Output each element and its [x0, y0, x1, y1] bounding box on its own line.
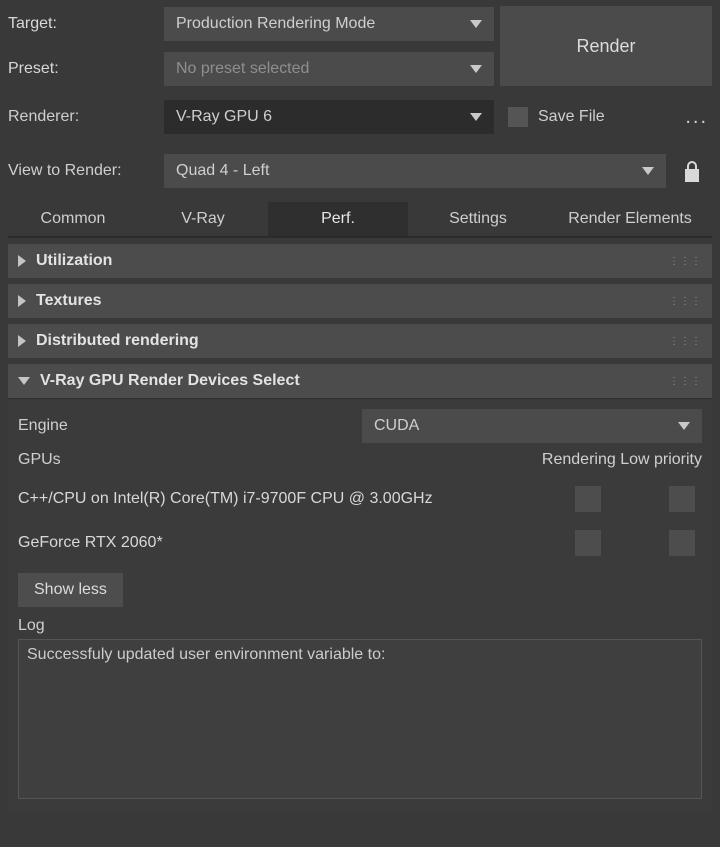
log-label: Log — [18, 617, 702, 635]
section-body-render-devices: Engine CUDA GPUs Rendering Low priority … — [8, 398, 712, 811]
target-label: Target: — [8, 15, 158, 33]
section-header-distributed-rendering[interactable]: Distributed rendering ⋮⋮⋮ — [8, 324, 712, 358]
grip-icon: ⋮⋮⋮ — [669, 256, 702, 267]
tab-common[interactable]: Common — [8, 202, 138, 236]
chevron-down-icon — [470, 65, 482, 73]
chevron-right-icon — [18, 335, 26, 347]
chevron-down-icon — [678, 422, 690, 430]
engine-dropdown[interactable]: CUDA — [362, 409, 702, 443]
chevron-right-icon — [18, 295, 26, 307]
tab-perf[interactable]: Perf. — [268, 202, 408, 236]
section-title: V-Ray GPU Render Devices Select — [40, 372, 300, 390]
tab-render-elements[interactable]: Render Elements — [548, 202, 712, 236]
chevron-down-icon — [470, 113, 482, 121]
device-name: GeForce RTX 2060* — [18, 534, 568, 552]
save-file-checkbox[interactable] — [508, 107, 528, 127]
chevron-down-icon — [470, 20, 482, 28]
lock-icon — [682, 160, 702, 182]
section-header-render-devices[interactable]: V-Ray GPU Render Devices Select ⋮⋮⋮ — [8, 364, 712, 398]
show-less-button[interactable]: Show less — [18, 573, 123, 607]
grip-icon: ⋮⋮⋮ — [669, 376, 702, 387]
log-output: Successfuly updated user environment var… — [18, 639, 702, 799]
preset-label: Preset: — [8, 60, 158, 78]
section-header-textures[interactable]: Textures ⋮⋮⋮ — [8, 284, 712, 318]
preset-dropdown[interactable]: No preset selected — [164, 52, 494, 86]
grip-icon: ⋮⋮⋮ — [669, 336, 702, 347]
target-dropdown[interactable]: Production Rendering Mode — [164, 7, 494, 41]
device-low-priority-checkbox[interactable] — [669, 530, 695, 556]
device-name: C++/CPU on Intel(R) Core(TM) i7-9700F CP… — [18, 490, 568, 508]
view-to-render-value: Quad 4 - Left — [176, 162, 269, 180]
chevron-down-icon — [18, 377, 30, 385]
priority-columns-label: Rendering Low priority — [542, 451, 702, 469]
view-to-render-label: View to Render: — [8, 162, 158, 180]
chevron-down-icon — [642, 167, 654, 175]
save-file-label: Save File — [538, 108, 605, 126]
render-button[interactable]: Render — [500, 6, 712, 86]
render-setup-panel: Target: Production Rendering Mode Render… — [0, 0, 720, 847]
engine-label: Engine — [18, 417, 352, 435]
tab-vray[interactable]: V-Ray — [138, 202, 268, 236]
device-rendering-checkbox[interactable] — [575, 530, 601, 556]
section-title: Utilization — [36, 252, 112, 270]
log-line: Successfuly updated user environment var… — [27, 646, 385, 663]
tab-settings[interactable]: Settings — [408, 202, 548, 236]
show-less-label: Show less — [34, 581, 107, 599]
renderer-dropdown[interactable]: V-Ray GPU 6 — [164, 100, 494, 134]
section-title: Distributed rendering — [36, 332, 199, 350]
target-value: Production Rendering Mode — [176, 15, 375, 33]
view-to-render-dropdown[interactable]: Quad 4 - Left — [164, 154, 666, 188]
gpus-label: GPUs — [18, 451, 61, 469]
grip-icon: ⋮⋮⋮ — [669, 296, 702, 307]
section-title: Textures — [36, 292, 102, 310]
save-file-browse-button[interactable]: ... — [681, 106, 712, 129]
renderer-value: V-Ray GPU 6 — [176, 108, 272, 126]
engine-value: CUDA — [374, 417, 419, 435]
render-button-label: Render — [576, 36, 635, 57]
lock-view-button[interactable] — [672, 154, 712, 188]
device-low-priority-checkbox[interactable] — [669, 486, 695, 512]
renderer-label: Renderer: — [8, 108, 158, 126]
device-row: C++/CPU on Intel(R) Core(TM) i7-9700F CP… — [18, 477, 702, 521]
chevron-right-icon — [18, 255, 26, 267]
device-rendering-checkbox[interactable] — [575, 486, 601, 512]
section-header-utilization[interactable]: Utilization ⋮⋮⋮ — [8, 244, 712, 278]
preset-value: No preset selected — [176, 60, 309, 78]
device-row: GeForce RTX 2060* — [18, 521, 702, 565]
tabs-bar: Common V-Ray Perf. Settings Render Eleme… — [8, 202, 712, 238]
